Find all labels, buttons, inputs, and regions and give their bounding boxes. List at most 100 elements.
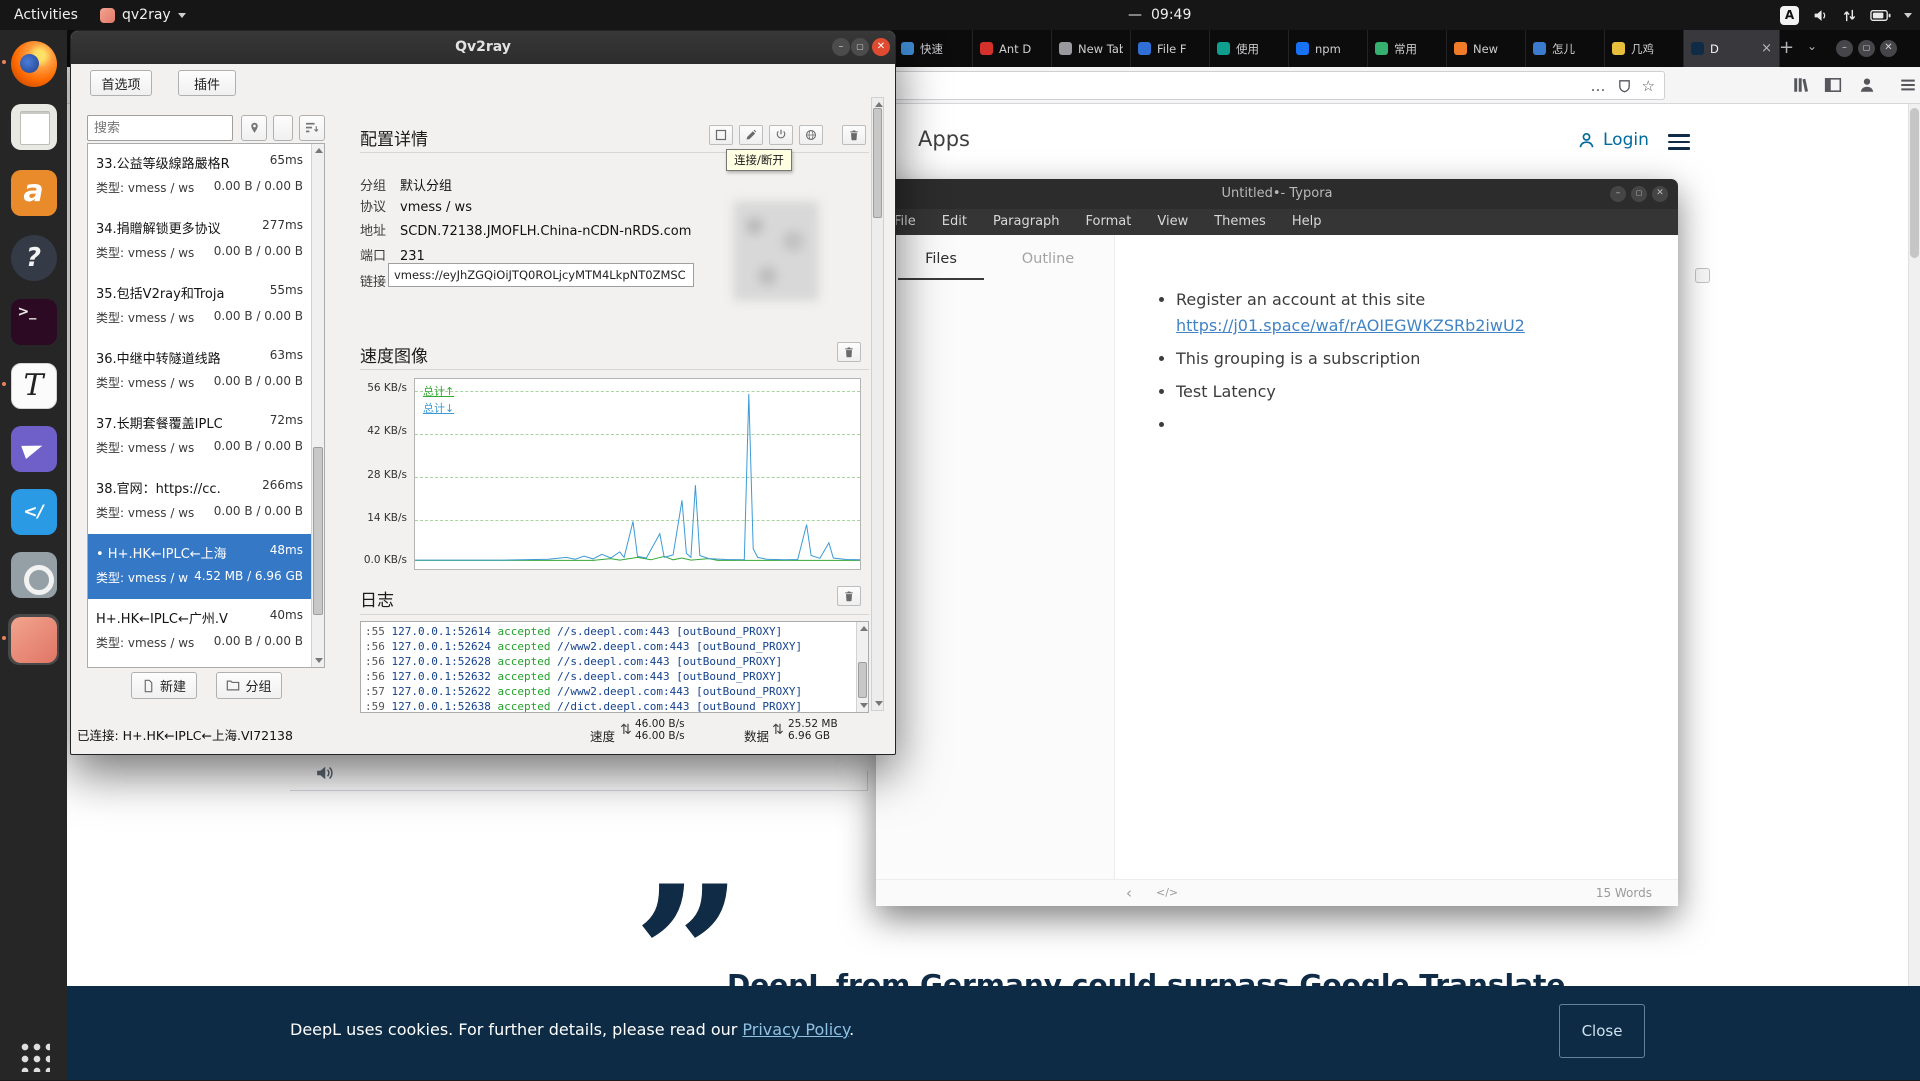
source-code-icon[interactable]: </>: [1156, 886, 1178, 899]
url-bar[interactable]: …: [830, 71, 1665, 100]
volume-icon[interactable]: [1812, 7, 1829, 24]
window-maximize-button[interactable]: [851, 38, 869, 56]
menu-edit[interactable]: Edit: [942, 209, 967, 235]
window-close-button[interactable]: [872, 38, 890, 56]
window-close-button[interactable]: [1880, 40, 1897, 57]
log-scrollbar[interactable]: [856, 622, 868, 712]
browser-tab[interactable]: New: [1447, 30, 1526, 67]
browser-tab-active[interactable]: D×: [1684, 30, 1780, 67]
preferences-button[interactable]: 首选项: [90, 70, 152, 96]
browser-tab[interactable]: 快速: [894, 30, 973, 67]
panel-scrollbar[interactable]: [871, 97, 884, 711]
nav-menu-icon[interactable]: [1668, 134, 1690, 154]
menu-file[interactable]: File: [894, 209, 916, 235]
tab-close-icon[interactable]: ×: [1761, 41, 1772, 56]
scroll-up-arrow[interactable]: [860, 626, 868, 631]
window-minimize-button[interactable]: [832, 38, 850, 56]
sidebar-icon[interactable]: [1824, 76, 1842, 94]
scrollbar-thumb[interactable]: [313, 447, 323, 614]
new-tab-button[interactable]: +: [1779, 36, 1794, 60]
latency-test-button[interactable]: [799, 125, 823, 145]
clear-log-button[interactable]: [837, 586, 861, 606]
connect-button[interactable]: [769, 125, 793, 145]
dock-item-files[interactable]: [8, 101, 59, 152]
scrollbar-thumb[interactable]: [1910, 108, 1919, 258]
log-view[interactable]: :55 127.0.0.1:52614 accepted //s.deepl.c…: [360, 621, 869, 713]
dock-item-show-apps[interactable]: [8, 1030, 59, 1081]
window-close-button[interactable]: [1652, 186, 1668, 202]
server-item[interactable]: 37.长期套餐覆盖IPLC72ms 类型: vmess / ws0.00 B /…: [88, 404, 324, 469]
server-item[interactable]: 36.中继中转隧道线路63ms 类型: vmess / ws0.00 B / 0…: [88, 339, 324, 404]
window-maximize-button[interactable]: [1631, 186, 1647, 202]
location-button[interactable]: [241, 115, 267, 141]
tab-outline[interactable]: Outline: [1006, 251, 1090, 278]
scroll-up-arrow[interactable]: [875, 102, 883, 107]
browser-tab[interactable]: npm: [1289, 30, 1368, 67]
dock-item-send-app[interactable]: [8, 423, 59, 474]
login-button[interactable]: Login: [1577, 130, 1649, 150]
window-minimize-button[interactable]: [1836, 40, 1853, 57]
browser-tab[interactable]: 使用: [1210, 30, 1289, 67]
menu-themes[interactable]: Themes: [1214, 209, 1266, 235]
qv2ray-titlebar[interactable]: Qv2ray: [71, 31, 895, 64]
system-status-area[interactable]: A: [1780, 0, 1912, 30]
menu-view[interactable]: View: [1157, 209, 1188, 235]
dock-item-qv2ray[interactable]: [8, 614, 59, 665]
delete-button[interactable]: [842, 125, 866, 145]
typora-titlebar[interactable]: Untitled•- Typora: [876, 179, 1678, 209]
menu-paragraph[interactable]: Paragraph: [993, 209, 1060, 235]
scroll-down-arrow[interactable]: [315, 658, 323, 663]
browser-tab[interactable]: File F: [1131, 30, 1210, 67]
nav-apps[interactable]: Apps: [918, 127, 970, 151]
scrollbar-thumb[interactable]: [858, 662, 867, 698]
sort-button[interactable]: [299, 115, 325, 141]
scrollbar-thumb[interactable]: [873, 108, 882, 218]
page-actions-icon[interactable]: …: [1591, 77, 1607, 95]
browser-tab[interactable]: 怎儿: [1526, 30, 1605, 67]
clear-graph-button[interactable]: [837, 342, 861, 362]
plugins-button[interactable]: 插件: [178, 70, 236, 96]
privacy-policy-link[interactable]: Privacy Policy: [742, 1020, 849, 1039]
qr-code-button[interactable]: [709, 125, 733, 145]
legend-total-up[interactable]: 总计↑: [423, 383, 454, 399]
subscription-link[interactable]: https://j01.space/waf/rAOIEGWKZSRb2iwU2: [1176, 316, 1525, 335]
cookie-close-button[interactable]: Close: [1559, 1004, 1645, 1058]
input-source-icon[interactable]: A: [1780, 6, 1799, 25]
list-scrollbar[interactable]: [311, 144, 324, 667]
account-icon[interactable]: [1858, 76, 1876, 94]
dock-item-firefox[interactable]: [8, 38, 59, 89]
server-item[interactable]: 34.捐贈解锁更多协议277ms 类型: vmess / ws0.00 B / …: [88, 209, 324, 274]
bookmark-star-icon[interactable]: [1642, 76, 1655, 95]
window-maximize-button[interactable]: [1858, 40, 1875, 57]
battery-icon[interactable]: [1870, 9, 1891, 22]
server-item[interactable]: 35.包括V2ray和Troja55ms 类型: vmess / ws0.00 …: [88, 274, 324, 339]
tab-overflow-button[interactable]: ⌄: [1807, 39, 1817, 53]
sidebar-toggle-icon[interactable]: ‹: [1126, 884, 1132, 902]
typora-editor[interactable]: Register an account at this sitehttps://…: [1115, 235, 1678, 879]
menu-help[interactable]: Help: [1292, 209, 1322, 235]
dock-item-typora[interactable]: [8, 360, 59, 411]
server-item[interactable]: 38.官网：https://cc.266ms 类型: vmess / ws0.0…: [88, 469, 324, 534]
scroll-down-arrow[interactable]: [860, 703, 868, 708]
tab-files[interactable]: Files: [898, 251, 984, 280]
group-button[interactable]: 分组: [216, 672, 282, 699]
dock-item-screenshot-app[interactable]: [8, 549, 59, 600]
dock-item-help[interactable]: [8, 232, 59, 283]
menu-icon[interactable]: [1899, 76, 1917, 94]
new-server-button[interactable]: 新建: [131, 672, 197, 699]
clock[interactable]: — 09:49: [1128, 0, 1191, 30]
browser-tab[interactable]: Ant D: [973, 30, 1052, 67]
scroll-down-arrow[interactable]: [875, 701, 883, 706]
page-widget-icon[interactable]: [1695, 268, 1710, 283]
dock-item-vscode[interactable]: [8, 486, 59, 537]
browser-tab[interactable]: 常用: [1368, 30, 1447, 67]
speaker-icon[interactable]: [314, 763, 334, 783]
page-scrollbar[interactable]: [1908, 104, 1920, 1080]
legend-total-down[interactable]: 总计↓: [423, 400, 454, 416]
server-item-selected[interactable]: • H+.HK←IPLC←上海48ms 类型: vmess / w4.52 MB…: [88, 534, 324, 599]
menu-format[interactable]: Format: [1086, 209, 1132, 235]
share-link-field[interactable]: [388, 263, 694, 287]
app-indicator[interactable]: qv2ray: [100, 0, 186, 30]
server-item[interactable]: 33.公益等级線路嚴格R65ms 类型: vmess / ws0.00 B / …: [88, 144, 324, 209]
activities-button[interactable]: Activities: [14, 0, 78, 30]
